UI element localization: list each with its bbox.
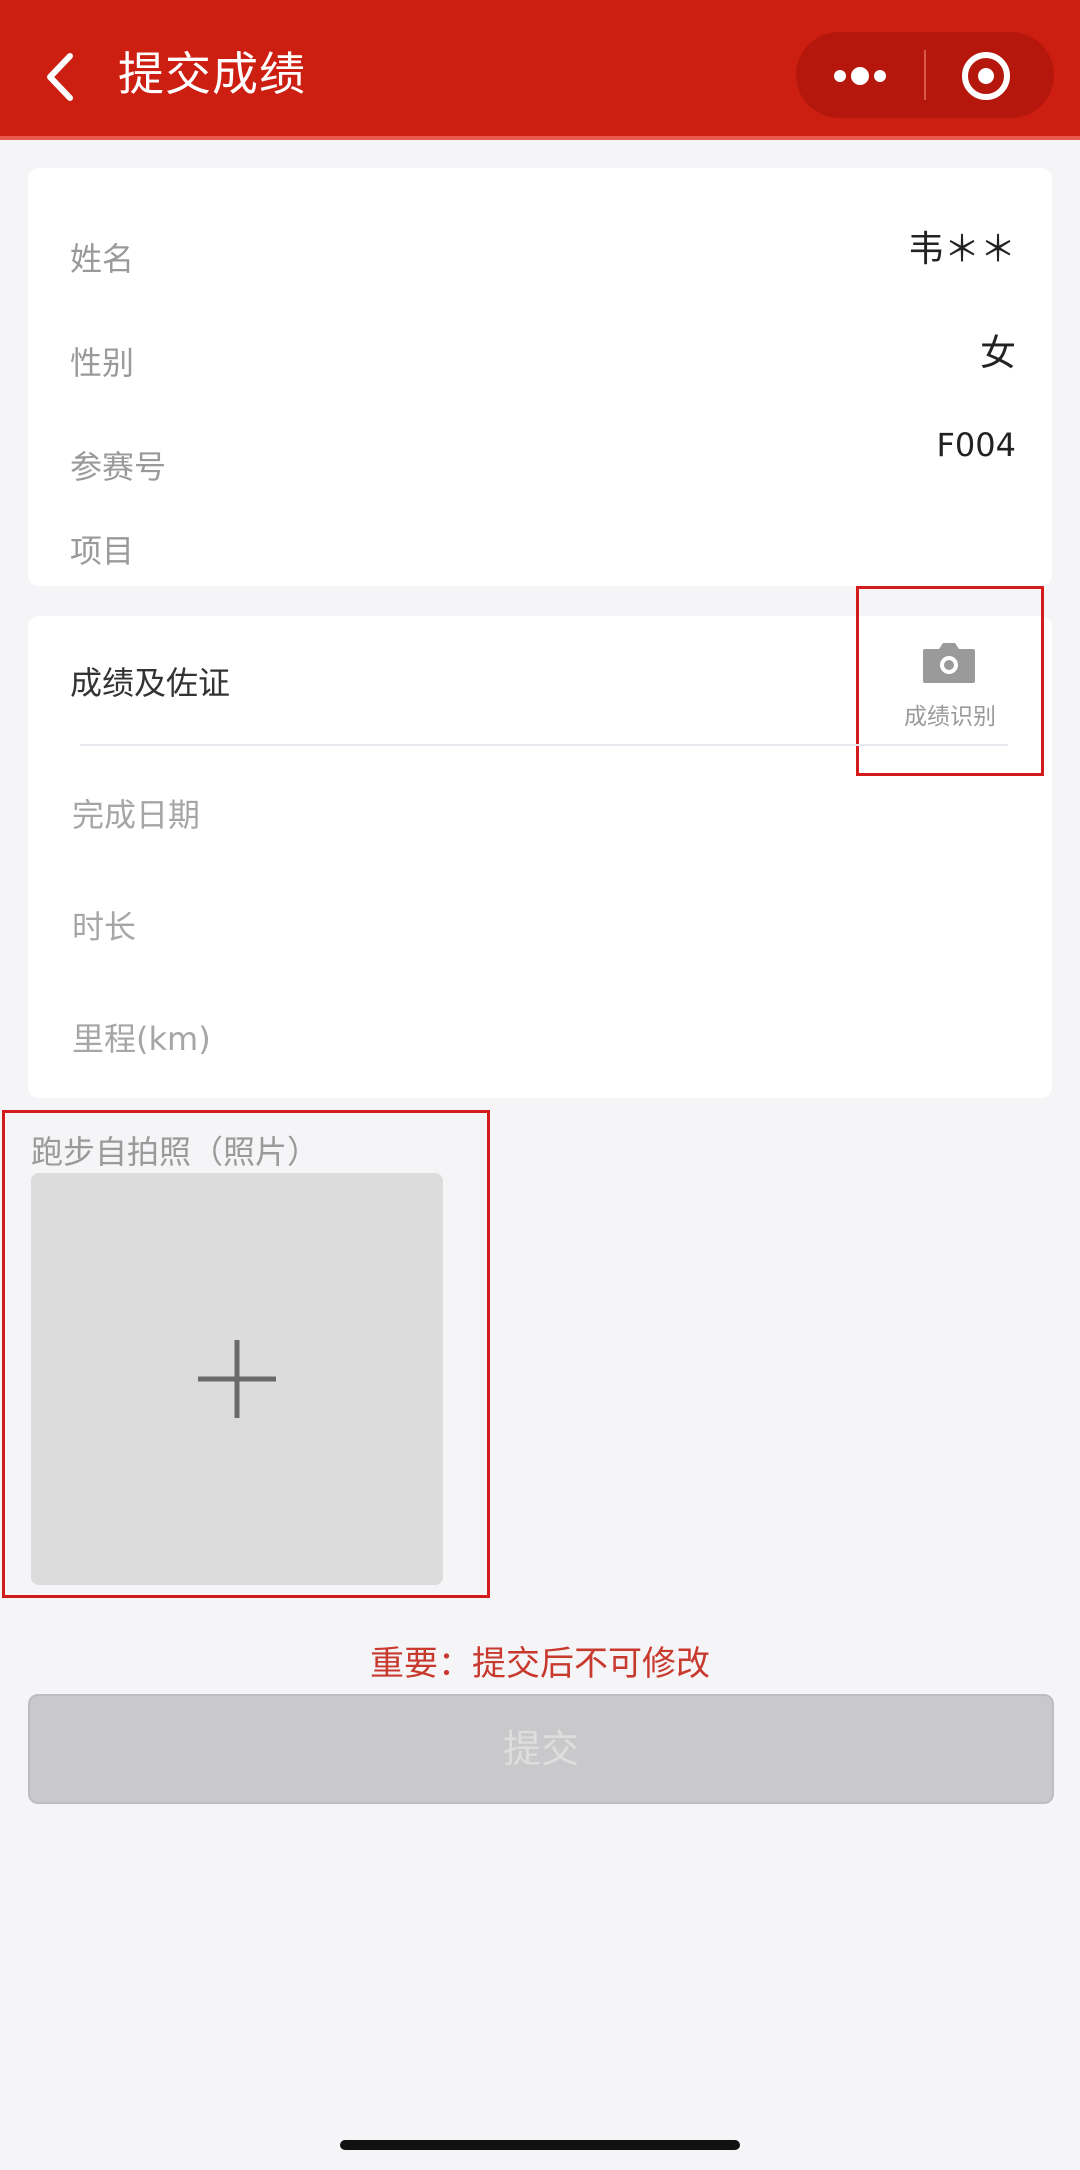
ocr-button[interactable]: 成绩识别	[856, 586, 1044, 776]
plus-icon	[198, 1340, 276, 1418]
back-button[interactable]	[36, 40, 86, 110]
photo-upload-section: 跑步自拍照（照片）	[2, 1110, 490, 1598]
info-label: 性别	[70, 344, 135, 382]
athlete-info-card: 姓名 韦＊＊ 性别 女 参赛号 F004 项目	[28, 168, 1052, 586]
page-title: 提交成绩	[118, 47, 306, 101]
info-value: 韦＊＊	[907, 229, 1016, 270]
photo-label: 跑步自拍照（照片）	[31, 1133, 320, 1171]
chevron-left-icon	[47, 53, 73, 101]
nav-bar: 提交成绩	[0, 0, 1080, 140]
close-miniprogram-button[interactable]	[926, 32, 1054, 118]
section-title: 成绩及佐证	[70, 664, 231, 702]
more-dots-icon	[834, 67, 886, 85]
warning-text: 重要：提交后不可修改	[370, 1644, 710, 1684]
info-label: 参赛号	[70, 448, 167, 486]
add-photo-button[interactable]	[31, 1173, 443, 1585]
field-finish-date[interactable]: 完成日期	[72, 790, 200, 836]
ocr-label: 成绩识别	[904, 704, 996, 730]
camera-icon	[923, 643, 975, 683]
result-card: 成绩及佐证 成绩识别 完成日期 时长 里程(km)	[28, 586, 1052, 1098]
target-circle-icon	[962, 52, 1010, 100]
info-value: 女	[979, 333, 1016, 374]
info-row-name: 姓名 韦＊＊	[28, 190, 1052, 278]
info-label: 项目	[70, 532, 135, 570]
home-indicator	[340, 2140, 740, 2150]
info-row-gender: 性别 女	[28, 294, 1052, 382]
info-row-bib: 参赛号 F004	[28, 398, 1052, 486]
divider	[80, 744, 1008, 746]
field-duration[interactable]: 时长	[72, 902, 136, 948]
more-button[interactable]	[796, 32, 924, 118]
info-value: F004	[936, 426, 1016, 464]
submit-button[interactable]: 提交	[28, 1694, 1054, 1804]
field-distance[interactable]: 里程(km)	[72, 1014, 211, 1060]
info-label: 姓名	[70, 240, 135, 278]
info-row-event: 项目	[28, 502, 1052, 582]
capsule-menu	[796, 32, 1054, 118]
